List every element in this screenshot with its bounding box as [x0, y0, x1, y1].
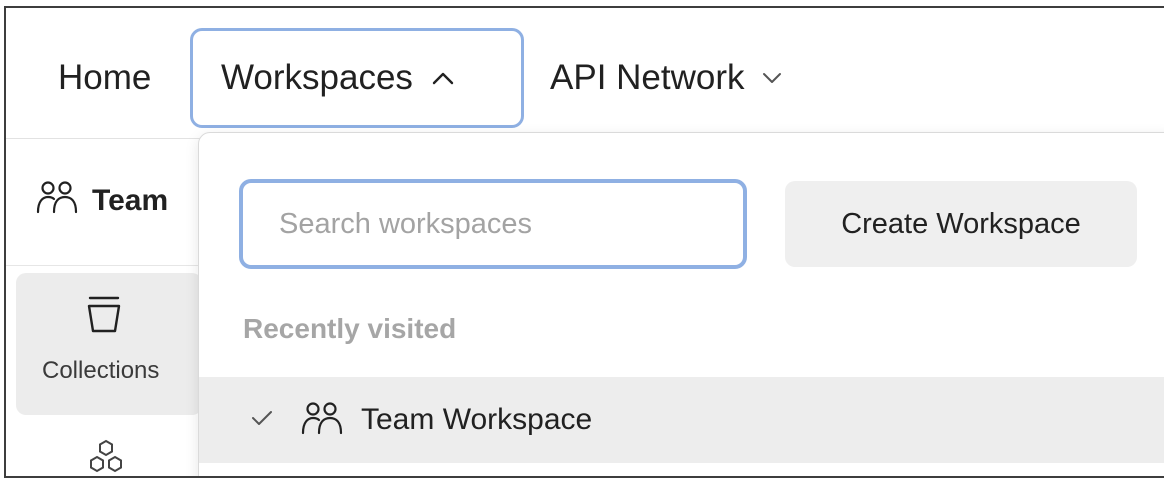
sidebar-item-collections-label: Collections [42, 357, 160, 384]
nav-workspaces-label: Workspaces [221, 58, 413, 97]
sidebar-divider [6, 265, 202, 266]
nav-api-network-label: API Network [550, 58, 745, 97]
nav-workspaces[interactable]: Workspaces [190, 28, 524, 128]
bucket-icon [86, 295, 122, 340]
create-workspace-button[interactable]: Create Workspace [785, 181, 1137, 267]
workspaces-dropdown: Create Workspace Recently visited Team W… [198, 132, 1164, 476]
workspace-item-team[interactable]: Team Workspace [199, 377, 1164, 463]
app-window: Home Workspaces API Network Team Collect… [4, 6, 1164, 478]
people-icon [36, 179, 78, 223]
chevron-up-icon [431, 71, 455, 85]
top-navigation: Home Workspaces API Network [6, 8, 1164, 139]
workspace-item-label: Team Workspace [361, 403, 593, 436]
recently-visited-heading: Recently visited [243, 313, 457, 344]
sidebar-item-collections[interactable]: Collections [16, 273, 202, 415]
hexagons-icon[interactable] [86, 439, 126, 476]
people-icon [301, 400, 343, 441]
check-icon [251, 410, 273, 431]
sidebar: Team Collections [6, 139, 203, 476]
sidebar-workspace-header[interactable]: Team [36, 179, 168, 223]
search-workspaces-input[interactable] [239, 179, 747, 269]
nav-home[interactable]: Home [58, 28, 151, 128]
chevron-down-icon [761, 71, 783, 85]
nav-home-label: Home [58, 58, 152, 97]
sidebar-workspace-name: Team [92, 184, 169, 217]
nav-api-network[interactable]: API Network [550, 28, 783, 128]
